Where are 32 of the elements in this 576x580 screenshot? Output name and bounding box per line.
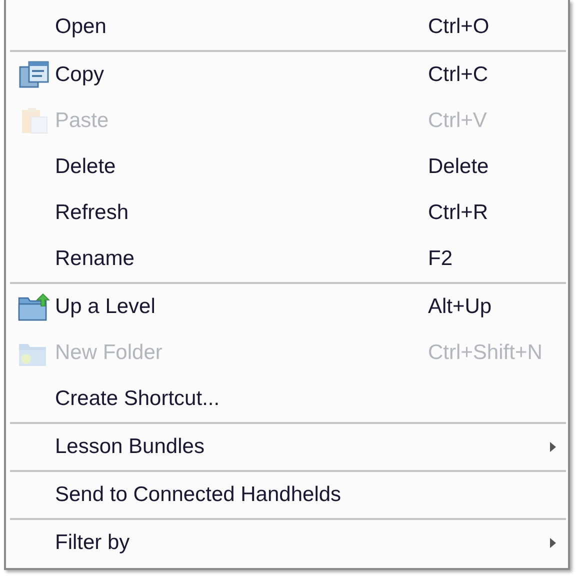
menu-item[interactable]: Send to Connected Handhelds [6, 472, 568, 518]
menu-item[interactable]: Copy Ctrl+C [6, 52, 568, 98]
folder-up-icon [18, 293, 50, 321]
menu-item-label: Up a Level [55, 294, 156, 320]
menu-item[interactable]: Open Ctrl+O [6, 4, 568, 50]
menu-item[interactable]: Delete Delete [6, 144, 568, 190]
menu-item-label: Filter by [55, 530, 131, 556]
shortcut-text: Delete [428, 154, 489, 180]
menu-item-label: Rename [55, 246, 136, 272]
shortcut-text: Alt+Up [428, 294, 492, 320]
shortcut-text: Ctrl+O [428, 14, 490, 40]
menu-item-label: New Folder [55, 340, 164, 366]
shortcut-text: Ctrl+C [428, 62, 488, 88]
shortcut-text: Ctrl+R [428, 200, 488, 226]
menu-item[interactable]: Up a Level Alt+Up [6, 284, 568, 330]
menu-item-label: Send to Connected Handhelds [55, 482, 342, 508]
menu-item-label: Copy [55, 62, 106, 88]
menu-item-label: Open [55, 14, 108, 40]
shortcut-text: Ctrl+V [428, 108, 487, 134]
menu-item[interactable]: Filter by [6, 520, 568, 566]
menu-item[interactable]: Refresh Ctrl+R [6, 190, 568, 236]
menu-item-label: Refresh [55, 200, 130, 226]
shortcut-text: Ctrl+Shift+N [428, 340, 542, 366]
menu-item[interactable]: Rename F2 [6, 236, 568, 282]
menu-item-label: Delete [55, 154, 117, 180]
menu-item[interactable]: Create Shortcut... [6, 376, 568, 422]
menu-item[interactable]: Lesson Bundles [6, 424, 568, 470]
menu-item-label: Create Shortcut... [55, 386, 221, 412]
shortcut-text: F2 [428, 246, 453, 272]
copy-icon [18, 61, 48, 89]
menu-item-label: Lesson Bundles [55, 434, 206, 460]
menu-item-label: Paste [55, 108, 110, 134]
